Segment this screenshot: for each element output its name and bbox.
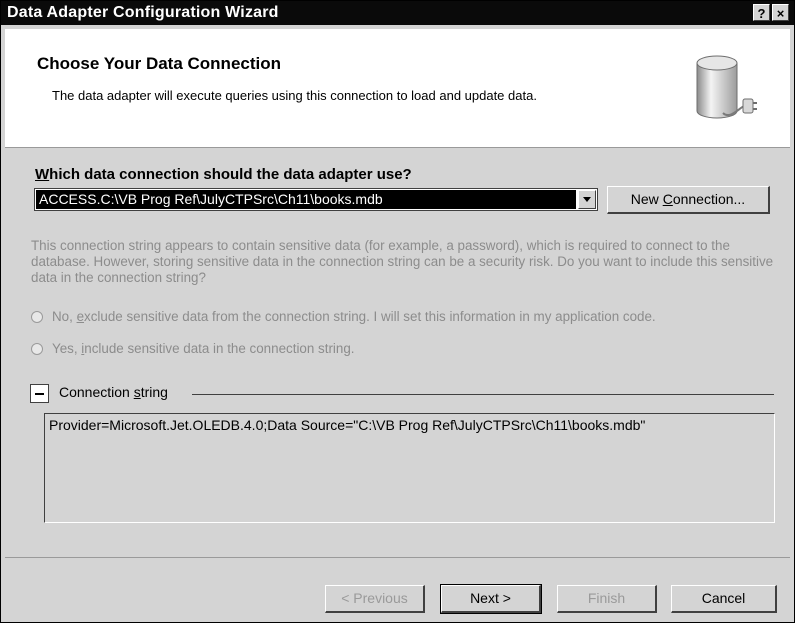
radio-button[interactable] bbox=[31, 311, 43, 323]
cancel-button[interactable]: Cancel bbox=[671, 585, 777, 613]
sensitive-data-warning: This connection string appears to contai… bbox=[31, 238, 774, 285]
page-title: Choose Your Data Connection bbox=[37, 54, 282, 73]
divider bbox=[192, 394, 774, 395]
wizard-window: Data Adapter Configuration Wizard ? × Ch… bbox=[0, 0, 795, 623]
close-icon[interactable]: × bbox=[772, 4, 789, 21]
next-button[interactable]: Next > bbox=[440, 584, 542, 614]
new-connection-button[interactable]: New Connection... bbox=[607, 186, 770, 214]
page-subtitle: The data adapter will execute queries us… bbox=[52, 88, 537, 103]
connection-string-label: Connection string bbox=[59, 384, 168, 400]
database-plug-icon bbox=[696, 55, 757, 119]
help-icon[interactable]: ? bbox=[753, 4, 770, 21]
window-title: Data Adapter Configuration Wizard bbox=[7, 4, 279, 21]
connection-string-field[interactable]: Provider=Microsoft.Jet.OLEDB.4.0;Data So… bbox=[44, 413, 775, 523]
radio-exclude-label: No, exclude sensitive data from the conn… bbox=[52, 309, 656, 324]
connection-question: Which data connection should the data ad… bbox=[35, 166, 412, 183]
previous-button[interactable]: < Previous bbox=[325, 585, 425, 613]
radio-include-label: Yes, include sensitive data in the conne… bbox=[52, 341, 355, 356]
chevron-down-icon[interactable] bbox=[578, 190, 596, 209]
collapse-icon[interactable] bbox=[30, 384, 49, 403]
radio-button[interactable] bbox=[31, 343, 43, 355]
wizard-header: Choose Your Data Connection The data ada… bbox=[5, 29, 790, 148]
footer-divider bbox=[5, 557, 790, 558]
connection-select-value: ACCESS.C:\VB Prog Ref\JulyCTPSrc\Ch11\bo… bbox=[36, 190, 576, 209]
finish-button[interactable]: Finish bbox=[557, 585, 657, 613]
title-bar: Data Adapter Configuration Wizard ? × bbox=[1, 1, 794, 25]
connection-select[interactable]: ACCESS.C:\VB Prog Ref\JulyCTPSrc\Ch11\bo… bbox=[34, 188, 598, 211]
